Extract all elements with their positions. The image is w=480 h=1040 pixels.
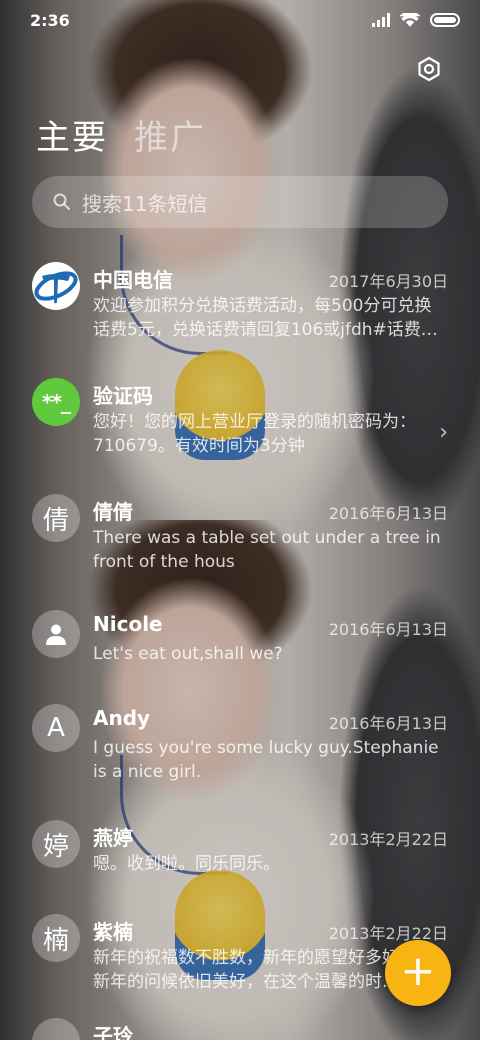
conversation-row[interactable]: A Andy 2016年6月13日 I guess you're some lu… — [0, 694, 480, 810]
conversation-row[interactable]: **_ 验证码 您好！您的网上营业厅登录的随机密码为：710679。有效时间为3… — [0, 368, 480, 484]
search-input[interactable]: 搜索11条短信 — [32, 176, 448, 228]
contact-name: 中国电信 — [93, 268, 173, 292]
contact-avatar: 楠 — [32, 914, 80, 962]
contact-avatar: 婷 — [32, 820, 80, 868]
message-preview: 欢迎参加积分兑换话费活动，每500分可兑换话费5元，兑换话费请回复106或jfd… — [93, 296, 438, 340]
status-bar: 2:36 — [0, 0, 480, 40]
message-date: 2016年6月13日 — [328, 620, 448, 639]
contact-name: 验证码 — [93, 384, 153, 408]
contact-avatar — [32, 1018, 80, 1040]
message-date: 2013年2月22日 — [328, 830, 448, 849]
conversation-row[interactable]: 倩 倩倩 2016年6月13日 There was a table set ou… — [0, 484, 480, 600]
new-message-button[interactable]: + — [385, 940, 451, 1006]
conversation-row[interactable]: 子玲 — [0, 1008, 480, 1040]
tab-bar: 主要 推广 — [36, 110, 206, 159]
search-icon — [53, 193, 70, 210]
battery-icon — [430, 13, 460, 27]
person-icon — [32, 610, 80, 658]
conversation-row[interactable]: Nicole 2016年6月13日 Let's eat out,shall we… — [0, 600, 480, 694]
contact-name: Nicole — [93, 612, 163, 636]
contact-avatar: 倩 — [32, 494, 80, 542]
settings-gear-icon[interactable] — [416, 56, 442, 82]
status-time: 2:36 — [30, 10, 70, 30]
contact-name: Andy — [93, 706, 151, 730]
message-preview: Let's eat out,shall we? — [93, 644, 283, 664]
china-telecom-logo-icon — [32, 262, 80, 310]
contact-name: 燕婷 — [93, 826, 133, 850]
message-date: 2013年2月22日 — [328, 924, 448, 943]
verification-code-avatar: **_ — [32, 378, 80, 426]
contact-avatar: A — [32, 704, 80, 752]
message-date: 2016年6月13日 — [328, 504, 448, 523]
message-preview: 嗯。收到啦。同乐同乐。 — [93, 854, 280, 874]
search-placeholder: 搜索11条短信 — [82, 191, 208, 216]
tab-promotions[interactable]: 推广 — [134, 110, 206, 159]
conversation-row[interactable]: 婷 燕婷 2013年2月22日 嗯。收到啦。同乐同乐。 — [0, 810, 480, 904]
chevron-right-icon[interactable]: › — [439, 420, 448, 445]
conversation-row[interactable]: 中国电信 2017年6月30日 欢迎参加积分兑换话费活动，每500分可兑换话费5… — [0, 252, 480, 368]
wifi-icon — [400, 13, 420, 27]
plus-icon: + — [400, 946, 436, 995]
contact-name: 紫楠 — [93, 920, 133, 944]
message-preview: There was a table set out under a tree i… — [93, 528, 441, 572]
message-preview: I guess you're some lucky guy.Stephanie … — [93, 738, 439, 782]
signal-icon — [372, 13, 390, 27]
tab-primary[interactable]: 主要 — [36, 110, 108, 159]
contact-name: 子玲 — [93, 1024, 133, 1040]
conversation-list: 中国电信 2017年6月30日 欢迎参加积分兑换话费活动，每500分可兑换话费5… — [0, 252, 480, 1040]
message-date: 2016年6月13日 — [328, 714, 448, 733]
contact-name: 倩倩 — [93, 500, 133, 524]
message-preview: 您好！您的网上营业厅登录的随机密码为：710679。有效时间为3分钟 — [93, 412, 416, 456]
message-date: 2017年6月30日 — [328, 272, 448, 291]
